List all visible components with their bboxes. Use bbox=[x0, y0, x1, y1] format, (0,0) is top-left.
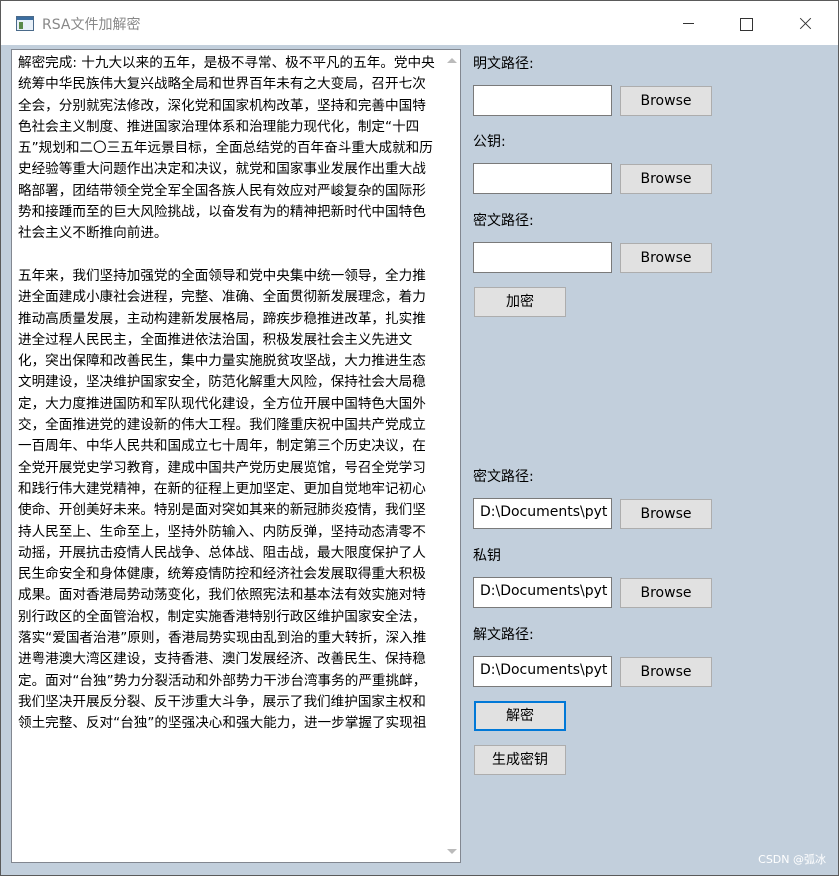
close-button[interactable] bbox=[776, 1, 834, 45]
watermark: CSDN @弧冰 bbox=[758, 853, 826, 866]
output-path-label: 解文路径: bbox=[473, 627, 534, 643]
output-path-input[interactable]: D:\Documents\pyt bbox=[473, 656, 612, 687]
ciphertext-path-label: 密文路径: bbox=[473, 213, 534, 229]
app-window: RSA文件加解密 解密完成: 十九大以来的五年，是极不寻常、极不平凡的五年。党中… bbox=[0, 0, 839, 876]
plaintext-path-label: 明文路径: bbox=[473, 56, 534, 72]
private-key-input[interactable]: D:\Documents\pyt bbox=[473, 577, 612, 608]
encrypt-button[interactable]: 加密 bbox=[474, 287, 566, 317]
maximize-button[interactable] bbox=[717, 1, 775, 45]
generate-key-button[interactable]: 生成密钥 bbox=[474, 745, 566, 775]
decrypt-ciphertext-path-input[interactable]: D:\Documents\pyt bbox=[473, 498, 612, 529]
plaintext-path-input[interactable] bbox=[473, 85, 612, 116]
plaintext-browse-button[interactable]: Browse bbox=[620, 86, 712, 116]
ciphertext-path-input[interactable] bbox=[473, 242, 612, 273]
minimize-button[interactable] bbox=[659, 1, 717, 45]
private-key-browse-button[interactable]: Browse bbox=[620, 578, 712, 608]
decrypted-text: 解密完成: 十九大以来的五年，是极不寻常、极不平凡的五年。党中央统筹中华民族伟大… bbox=[18, 55, 435, 732]
private-key-label: 私钥 bbox=[473, 548, 501, 564]
decrypt-button[interactable]: 解密 bbox=[474, 701, 566, 731]
ciphertext-browse-button[interactable]: Browse bbox=[620, 243, 712, 273]
vertical-scrollbar[interactable] bbox=[443, 50, 460, 862]
decrypt-ciphertext-browse-button[interactable]: Browse bbox=[620, 499, 712, 529]
output-textarea[interactable]: 解密完成: 十九大以来的五年，是极不寻常、极不平凡的五年。党中央统筹中华民族伟大… bbox=[11, 49, 461, 863]
public-key-label: 公钥: bbox=[473, 134, 506, 150]
app-icon bbox=[16, 16, 34, 31]
scroll-up-arrow-icon[interactable] bbox=[447, 58, 457, 63]
public-key-browse-button[interactable]: Browse bbox=[620, 164, 712, 194]
window-title: RSA文件加解密 bbox=[42, 17, 141, 33]
scroll-down-arrow-icon[interactable] bbox=[447, 849, 457, 854]
output-browse-button[interactable]: Browse bbox=[620, 657, 712, 687]
title-bar: RSA文件加解密 bbox=[1, 1, 838, 45]
public-key-input[interactable] bbox=[473, 163, 612, 194]
decrypt-ciphertext-path-label: 密文路径: bbox=[473, 469, 534, 485]
